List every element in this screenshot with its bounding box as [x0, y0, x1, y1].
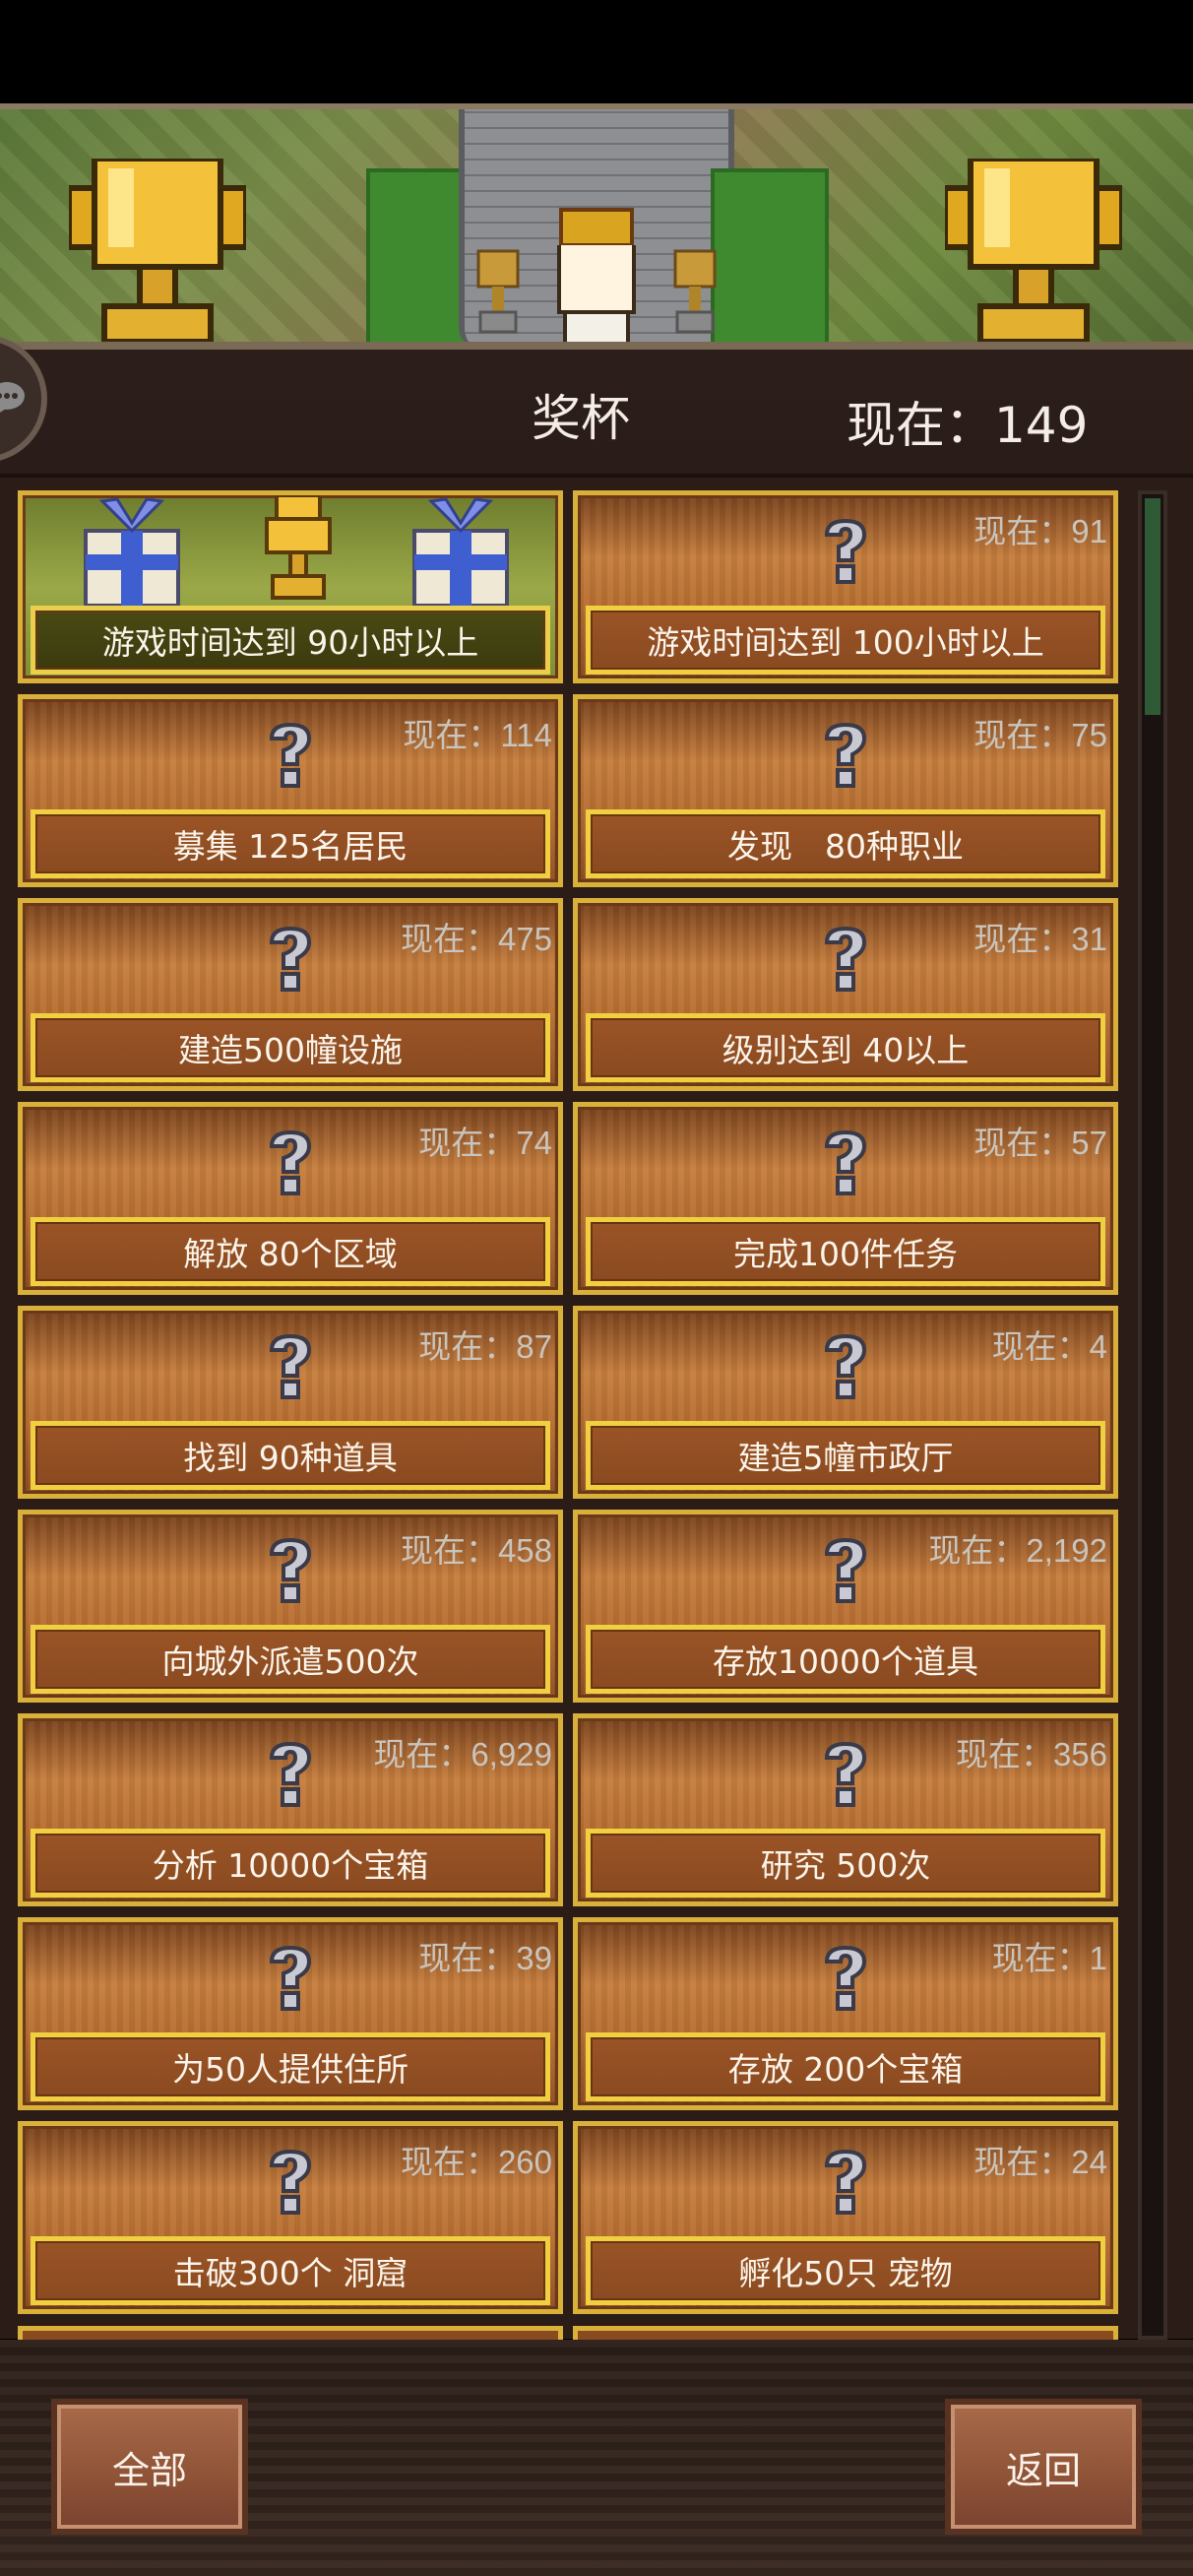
status-bar — [0, 0, 1193, 103]
progress-count: 现在：87 — [418, 1328, 552, 1365]
progress-count: 现在：2,192 — [928, 1532, 1107, 1569]
scrollbar-thumb[interactable] — [1145, 498, 1161, 715]
progress-count: 现在：74 — [418, 1125, 552, 1161]
trophy-label: 找到 90种道具 — [31, 1421, 550, 1490]
trophy-card[interactable]: 游戏时间达到 90小时以上 — [18, 490, 563, 683]
trophy-card[interactable]: 现在：24 孵化50只 宠物 — [573, 2121, 1118, 2314]
question-mark-icon — [824, 926, 867, 992]
small-trophy-icon — [673, 249, 717, 334]
trophy-label: 向城外派遣500次 — [31, 1625, 550, 1694]
question-mark-icon — [269, 1537, 312, 1603]
progress-count: 现在：475 — [400, 921, 552, 957]
trophy-label: 分析 10000个宝箱 — [31, 1829, 550, 1898]
trophy-card[interactable]: 现在：2,192 存放10000个道具 — [573, 1510, 1118, 1703]
trophy-card[interactable]: 现在：91 游戏时间达到 100小时以上 — [573, 490, 1118, 683]
back-button[interactable]: 返回 — [945, 2399, 1142, 2535]
trophy-label: 发现 80种职业 — [586, 809, 1105, 878]
trophy-label: 级别达到 40以上 — [586, 1013, 1105, 1082]
trophy-card[interactable]: 现在：74 解放 80个区域 — [18, 1102, 563, 1295]
all-button[interactable]: 全部 — [51, 2399, 248, 2535]
progress-count: 现在：6,929 — [373, 1736, 552, 1772]
trophy-grid: 游戏时间达到 90小时以上 现在：91 游戏时间达到 100小时以上现在：114 募集… — [18, 490, 1124, 2340]
question-mark-icon — [824, 1333, 867, 1399]
trophy-label: 游戏时间达到 100小时以上 — [586, 606, 1105, 675]
progress-count: 现在：458 — [400, 1532, 552, 1569]
scrollbar[interactable] — [1138, 490, 1167, 2340]
question-mark-icon — [824, 1537, 867, 1603]
small-trophy-icon — [476, 249, 520, 334]
question-mark-icon — [269, 1945, 312, 2011]
trophy-card[interactable]: 现在：4 建造5幢市政厅 — [573, 1306, 1118, 1499]
king-character — [547, 208, 646, 342]
chat-bubble-icon — [0, 382, 25, 413]
progress-count: 现在：1 — [991, 1940, 1107, 1976]
trophy-label: 为50人提供住所 — [31, 2032, 550, 2101]
trophy-card[interactable]: 现在：114 募集 125名居民 — [18, 694, 563, 887]
progress-count: 现在：24 — [973, 2144, 1107, 2180]
gift-box-icon — [412, 497, 509, 608]
trophy-label: 完成100件任务 — [586, 1217, 1105, 1286]
trophy-card[interactable]: 现在：1 存放 200个宝箱 — [573, 1917, 1118, 2110]
progress-count: 现在：39 — [418, 1940, 552, 1976]
question-mark-icon — [269, 1741, 312, 1807]
progress-count: 现在：4 — [991, 1328, 1107, 1365]
trophy-banner — [0, 103, 1193, 350]
trophy-card[interactable]: 现在：475 建造500幢设施 — [18, 898, 563, 1091]
trophy-card[interactable]: 现在：31 级别达到 40以上 — [573, 898, 1118, 1091]
progress-count: 现在：356 — [955, 1736, 1107, 1772]
question-mark-icon — [824, 2149, 867, 2215]
question-mark-icon — [269, 722, 312, 788]
gold-trophy-icon — [945, 159, 1122, 342]
progress-count: 现在：31 — [973, 921, 1107, 957]
hedge-right — [711, 168, 829, 342]
next-row-partial — [18, 2326, 1124, 2340]
question-mark-icon — [269, 2149, 312, 2215]
trophy-card[interactable]: 现在：87 找到 90种道具 — [18, 1306, 563, 1499]
trophy-count: 现在：149 — [847, 397, 1089, 454]
trophy-card[interactable]: 现在：75 发现 80种职业 — [573, 694, 1118, 887]
trophy-card[interactable]: 现在：57 完成100件任务 — [573, 1102, 1118, 1295]
question-mark-icon — [269, 1129, 312, 1195]
question-mark-icon — [824, 1945, 867, 2011]
gold-trophy-icon — [265, 495, 332, 600]
progress-count: 现在：114 — [403, 717, 552, 753]
page-title: 奖杯 — [532, 390, 630, 447]
trophy-label: 建造5幢市政厅 — [586, 1421, 1105, 1490]
trophy-card[interactable]: 现在：356 研究 500次 — [573, 1713, 1118, 1906]
progress-count: 现在：91 — [973, 513, 1107, 549]
question-mark-icon — [824, 722, 867, 788]
progress-count: 现在：260 — [400, 2144, 552, 2180]
question-mark-icon — [269, 1333, 312, 1399]
trophy-label: 游戏时间达到 90小时以上 — [31, 606, 550, 675]
trophy-label: 存放 200个宝箱 — [586, 2032, 1105, 2101]
trophy-card[interactable]: 现在：458 向城外派遣500次 — [18, 1510, 563, 1703]
question-mark-icon — [824, 1741, 867, 1807]
trophy-label: 研究 500次 — [586, 1829, 1105, 1898]
question-mark-icon — [269, 926, 312, 992]
trophy-label: 存放10000个道具 — [586, 1625, 1105, 1694]
question-mark-icon — [824, 518, 867, 584]
progress-count: 现在：75 — [973, 717, 1107, 753]
trophy-label: 击破300个 洞窟 — [31, 2236, 550, 2305]
progress-count: 现在：57 — [973, 1125, 1107, 1161]
trophy-card[interactable]: 现在：6,929 分析 10000个宝箱 — [18, 1713, 563, 1906]
gift-box-icon — [84, 497, 180, 608]
gold-trophy-icon — [69, 159, 246, 342]
question-mark-icon — [824, 1129, 867, 1195]
trophy-card[interactable]: 现在：260 击破300个 洞窟 — [18, 2121, 563, 2314]
trophy-label: 解放 80个区域 — [31, 1217, 550, 1286]
trophy-label: 建造500幢设施 — [31, 1013, 550, 1082]
trophy-label: 孵化50只 宠物 — [586, 2236, 1105, 2305]
trophy-card[interactable]: 现在：39 为50人提供住所 — [18, 1917, 563, 2110]
trophy-label: 募集 125名居民 — [31, 809, 550, 878]
